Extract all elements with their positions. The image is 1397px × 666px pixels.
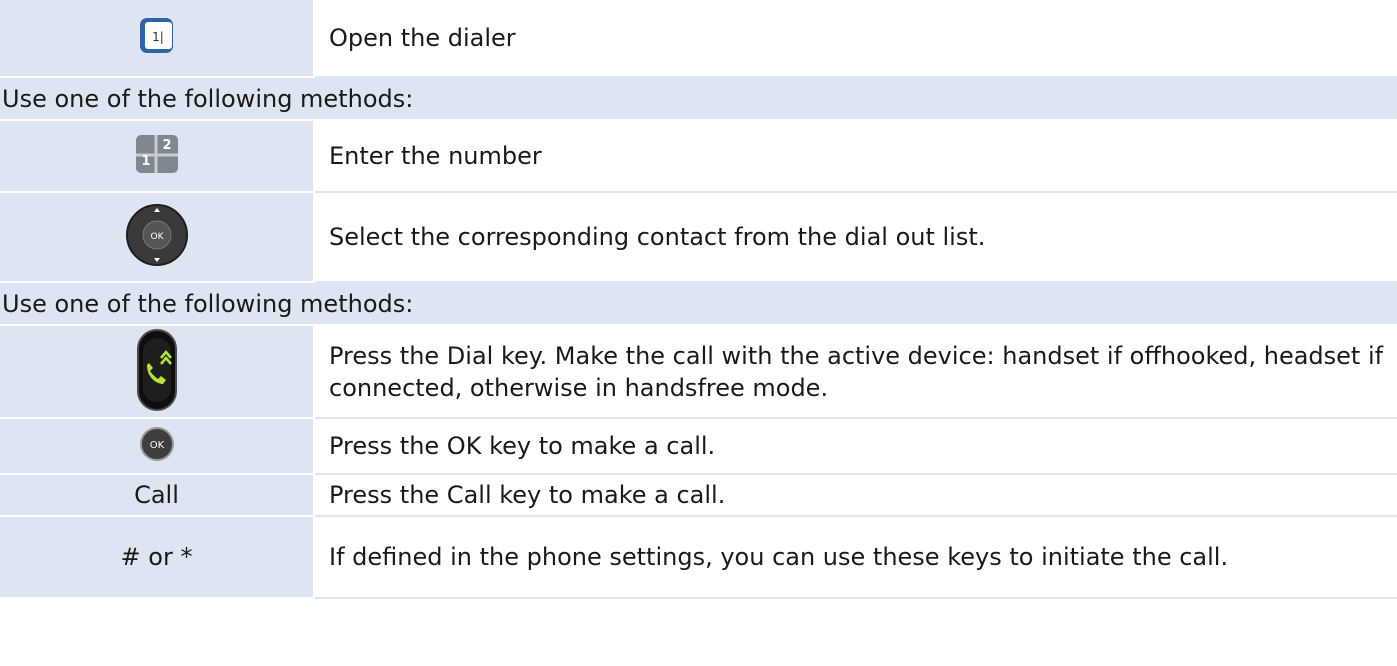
table-row: Use one of the following methods: (0, 77, 1397, 121)
icon-cell: 1| (0, 0, 315, 78)
table-row: OK Press the OK key to make a call. (0, 418, 1397, 475)
call-key-label: Call (134, 481, 179, 509)
row-description: Open the dialer (314, 0, 1397, 78)
icon-cell: OK (0, 192, 315, 283)
dialer-key-glyph: 1| (152, 30, 164, 44)
dialer-key-icon: 1| (139, 17, 175, 59)
table-row: Call Press the Call key to make a call. (0, 474, 1397, 517)
ok-key-icon: OK (139, 426, 175, 466)
table-row: 1| Open the dialer (0, 0, 1397, 78)
svg-text:1: 1 (141, 154, 150, 169)
row-description: Press the OK key to make a call. (314, 418, 1397, 475)
table-row: # or * If defined in the phone settings,… (0, 516, 1397, 599)
row-description: If defined in the phone settings, you ca… (314, 516, 1397, 599)
icon-cell: Call (0, 474, 315, 517)
icon-cell: OK (0, 418, 315, 475)
icon-cell: # or * (0, 516, 315, 599)
navigator-ok-icon: OK (125, 203, 189, 271)
hash-star-keys-label: # or * (120, 543, 193, 571)
row-description: Press the Dial key. Make the call with t… (314, 325, 1397, 419)
row-description: Press the Call key to make a call. (314, 474, 1397, 517)
dial-key-icon (135, 328, 179, 416)
table-row: 1 2 Enter the number (0, 120, 1397, 193)
dialing-instructions-table: 1| Open the dialer Use one of the follow… (0, 0, 1397, 599)
navigator-ok-glyph: OK (150, 232, 164, 242)
icon-cell: 1 2 (0, 120, 315, 193)
method-header: Use one of the following methods: (0, 77, 1397, 121)
ok-key-glyph: OK (149, 440, 164, 451)
row-description: Enter the number (314, 120, 1397, 193)
method-header: Use one of the following methods: (0, 282, 1397, 326)
keypad-icon: 1 2 (134, 133, 180, 179)
table-row: Use one of the following methods: (0, 282, 1397, 326)
table-row: OK Select the corresponding contact from… (0, 192, 1397, 283)
row-description: Select the corresponding contact from th… (314, 192, 1397, 283)
table-row: Press the Dial key. Make the call with t… (0, 325, 1397, 419)
icon-cell (0, 325, 315, 419)
svg-text:2: 2 (162, 138, 171, 153)
